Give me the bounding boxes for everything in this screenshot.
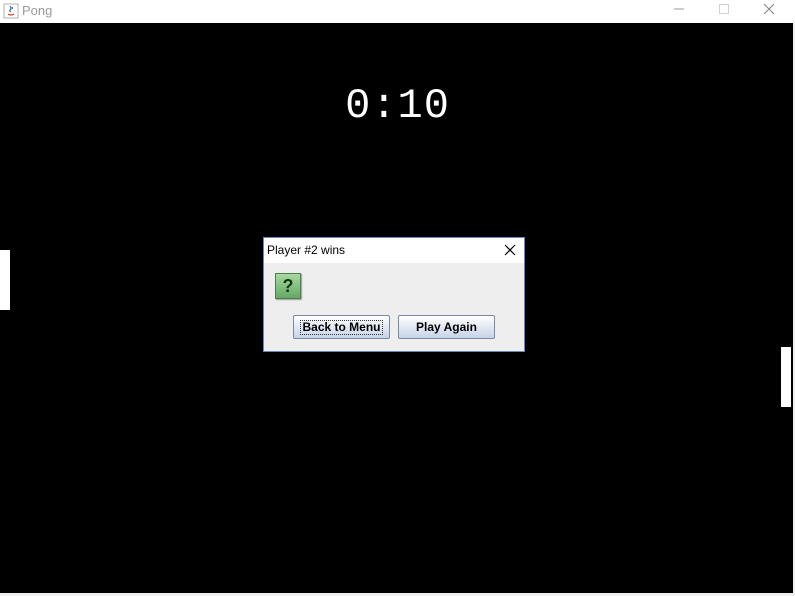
- dialog-title: Player #2 wins: [267, 243, 346, 257]
- window-title: Pong: [22, 3, 53, 18]
- minimize-button[interactable]: [656, 0, 701, 22]
- java-icon: [3, 3, 19, 19]
- back-to-menu-button[interactable]: Back to Menu: [293, 315, 390, 339]
- dialog-close-icon[interactable]: [502, 242, 518, 258]
- play-again-button[interactable]: Play Again: [398, 315, 495, 339]
- right-paddle: [781, 347, 791, 407]
- close-icon: [763, 2, 775, 20]
- back-to-menu-label: Back to Menu: [300, 319, 383, 335]
- minimize-icon: [673, 2, 685, 20]
- maximize-icon: [718, 2, 730, 20]
- winner-dialog: Player #2 wins ? Back to Menu Play Again: [263, 237, 525, 352]
- window-titlebar: Pong: [0, 0, 795, 24]
- play-again-label: Play Again: [416, 320, 477, 334]
- left-paddle: [0, 250, 10, 310]
- game-timer: 0:10: [345, 82, 450, 130]
- dialog-titlebar: Player #2 wins: [264, 238, 524, 263]
- close-button[interactable]: [746, 0, 791, 22]
- question-icon: ?: [275, 273, 301, 299]
- maximize-button[interactable]: [701, 0, 746, 22]
